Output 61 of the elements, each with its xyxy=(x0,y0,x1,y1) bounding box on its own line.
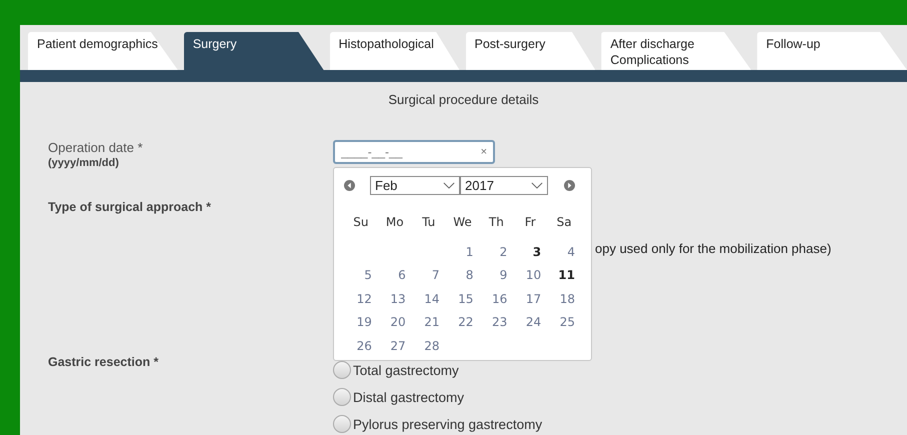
calendar-day[interactable]: 5 xyxy=(344,268,378,282)
field-label: Gastric resection * xyxy=(48,355,160,369)
calendar-day[interactable]: 28 xyxy=(412,338,446,353)
weekday-label: Th xyxy=(488,215,505,229)
weekday-label: Fr xyxy=(524,215,537,229)
calendar-day[interactable]: 9 xyxy=(479,268,514,282)
next-icon[interactable] xyxy=(564,180,575,191)
option-label: opy used only for the mobilization phase) xyxy=(595,241,832,256)
option-label: Distal gastrectomy xyxy=(353,390,464,404)
date-field[interactable]: ____-__-__ × xyxy=(333,140,495,164)
tab[interactable]: After discharge Complications xyxy=(601,32,752,70)
year-select[interactable]: 2017 xyxy=(460,176,548,195)
calendar-day[interactable]: 17 xyxy=(513,292,548,306)
clear-icon[interactable]: × xyxy=(480,146,487,158)
calendar-day[interactable]: 18 xyxy=(547,292,581,306)
calendar-day[interactable]: 14 xyxy=(412,292,446,306)
calendar-day[interactable]: 21 xyxy=(412,315,446,330)
format-hint: (yyyy/mm/dd) xyxy=(48,157,120,169)
calendar-day[interactable]: 6 xyxy=(378,268,412,282)
radio-button[interactable] xyxy=(333,361,351,379)
calendar-day[interactable]: 3 xyxy=(513,244,548,259)
section-title: Surgical procedure details xyxy=(387,92,540,107)
calendar-day[interactable]: 19 xyxy=(344,315,378,330)
calendar-day[interactable]: 13 xyxy=(378,292,412,306)
calendar-day[interactable]: 12 xyxy=(344,292,378,306)
weekday-label: Mo xyxy=(384,215,405,229)
tab[interactable]: Surgery xyxy=(184,32,324,70)
radio-button[interactable] xyxy=(333,415,351,433)
tab[interactable]: Patient demographics xyxy=(28,32,178,70)
chevron-down-icon xyxy=(531,182,543,189)
calendar-day[interactable]: 8 xyxy=(446,268,480,282)
calendar-day[interactable]: 25 xyxy=(547,315,581,330)
calendar-day[interactable]: 27 xyxy=(378,338,412,353)
calendar-day[interactable]: 11 xyxy=(547,268,581,282)
weekday-label: Sa xyxy=(556,215,573,229)
calendar-day[interactable]: 22 xyxy=(446,315,480,330)
calendar-day[interactable]: 24 xyxy=(513,315,548,330)
calendar-day[interactable]: 15 xyxy=(446,292,480,306)
calendar-day[interactable]: 20 xyxy=(378,315,412,330)
calendar-day[interactable]: 10 xyxy=(513,268,548,282)
calendar-day[interactable]: 1 xyxy=(446,244,480,259)
calendar-day[interactable]: 4 xyxy=(547,244,581,259)
tab[interactable]: Post-surgery xyxy=(466,32,596,70)
tab[interactable]: Histopathological xyxy=(330,32,460,70)
tab[interactable]: Follow-up xyxy=(757,32,907,70)
previous-icon[interactable] xyxy=(344,180,355,191)
calendar-day[interactable]: 23 xyxy=(479,315,514,330)
radio-button[interactable] xyxy=(333,388,351,406)
calendar-day[interactable]: 26 xyxy=(344,338,378,353)
weekday-label: Tu xyxy=(421,215,436,229)
chevron-down-icon xyxy=(443,182,455,189)
month-select[interactable]: Feb xyxy=(370,176,460,195)
calendar-day[interactable]: 16 xyxy=(479,292,514,306)
calendar-day[interactable]: 7 xyxy=(412,268,446,282)
weekday-label: We xyxy=(452,215,473,229)
weekday-label: Su xyxy=(352,215,370,229)
field-label: Type of surgical approach * xyxy=(48,200,212,214)
calendar-day[interactable]: 2 xyxy=(479,244,514,259)
option-label: Pylorus preserving gastrectomy xyxy=(353,416,542,432)
field-label: Operation date * xyxy=(48,140,144,155)
option-label: Total gastrectomy xyxy=(353,362,459,378)
